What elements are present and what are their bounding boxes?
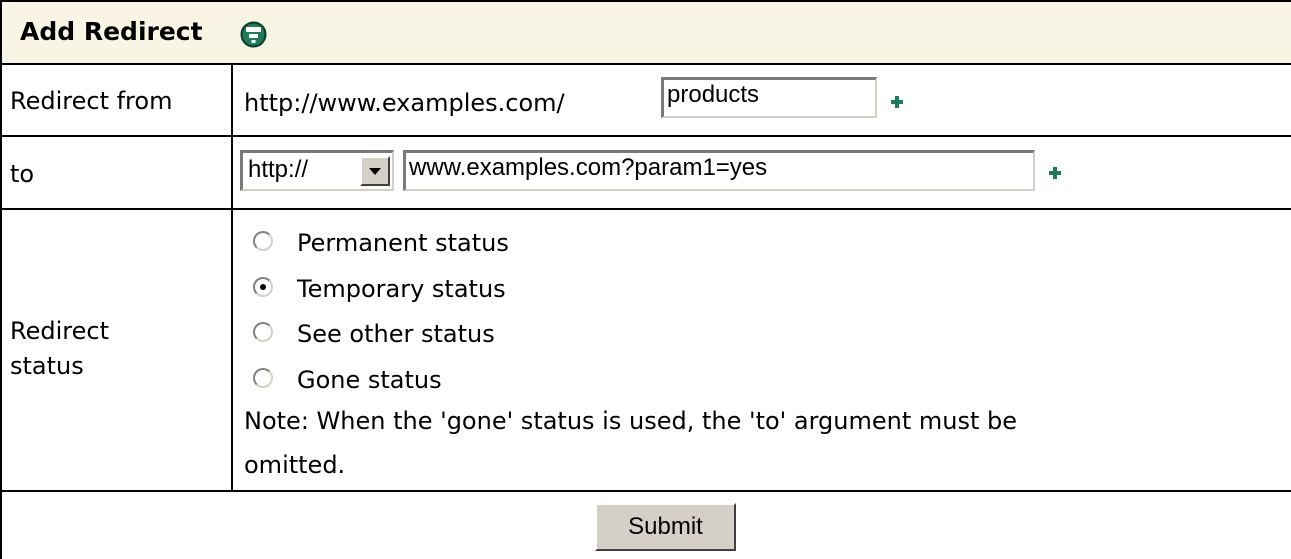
- divider-row2: [0, 208, 1291, 210]
- add-redirect-form: Add Redirect Redirect from http://www.ex…: [0, 0, 1291, 559]
- redirect-from-label: Redirect from: [10, 87, 173, 115]
- protocol-value: http://: [248, 156, 309, 183]
- radio-see-other[interactable]: [253, 322, 273, 342]
- border-left: [0, 0, 2, 559]
- redirect-to-input[interactable]: www.examples.com?param1=yes: [403, 150, 1035, 191]
- divider-row3: [0, 490, 1291, 492]
- submit-button[interactable]: Submit: [595, 503, 736, 551]
- column-divider: [231, 63, 233, 492]
- divider-header: [0, 63, 1291, 65]
- redirect-to-label: to: [10, 160, 35, 188]
- gone-note-line1: Note: When the 'gone' status is used, th…: [244, 407, 1018, 435]
- radio-gone[interactable]: [253, 368, 273, 388]
- radio-temporary-label: Temporary status: [297, 275, 506, 303]
- plus-icon[interactable]: [891, 96, 903, 108]
- radio-gone-label: Gone status: [297, 366, 442, 394]
- divider-row1: [0, 135, 1291, 137]
- protocol-select[interactable]: http://: [240, 150, 394, 191]
- redirect-from-prefix: http://www.examples.com/: [244, 89, 565, 117]
- help-question-icon[interactable]: [240, 21, 267, 48]
- radio-permanent[interactable]: [253, 231, 273, 251]
- border-top: [0, 0, 1291, 2]
- gone-note-line2: omitted.: [244, 451, 346, 479]
- form-title: Add Redirect: [20, 17, 203, 46]
- radio-see-other-label: See other status: [297, 320, 495, 348]
- redirect-from-input[interactable]: products: [661, 77, 877, 118]
- radio-temporary[interactable]: [253, 277, 273, 297]
- plus-icon[interactable]: [1049, 167, 1061, 179]
- chevron-down-icon[interactable]: [360, 156, 390, 186]
- redirect-status-label-line1: Redirect: [10, 317, 109, 345]
- radio-permanent-label: Permanent status: [297, 229, 509, 257]
- redirect-status-label-line2: status: [10, 352, 84, 380]
